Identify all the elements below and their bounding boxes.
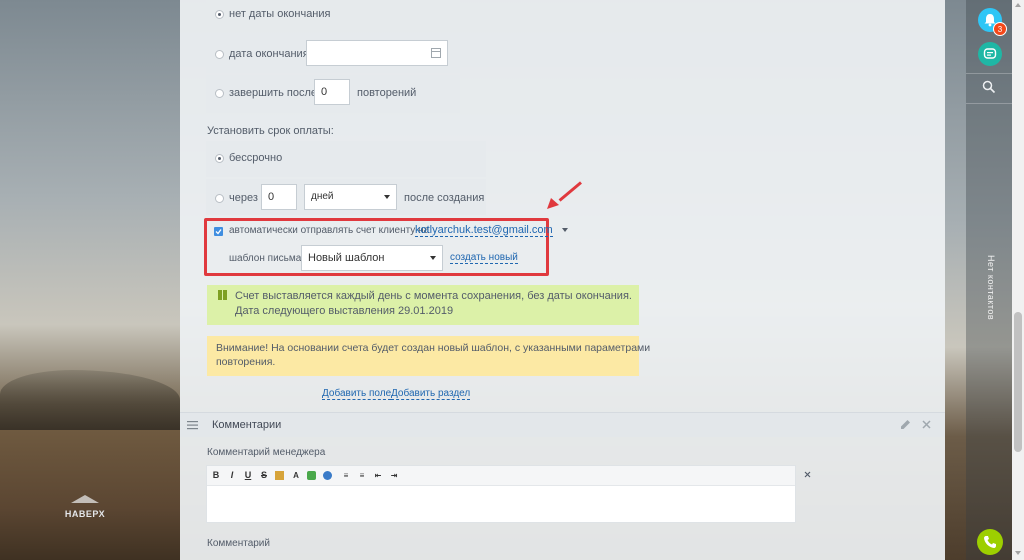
outdent-icon[interactable]: ⇤ xyxy=(373,470,383,481)
repeats-label: повторений xyxy=(357,87,417,99)
indent-icon[interactable]: ⇥ xyxy=(389,470,399,481)
italic-icon[interactable]: I xyxy=(227,470,237,481)
page-scrollbar[interactable] xyxy=(1012,0,1024,560)
end-date-radio[interactable] xyxy=(215,50,224,59)
after-creation-label: после создания xyxy=(404,192,485,204)
book-icon xyxy=(218,290,227,300)
days-input[interactable]: 0 xyxy=(261,184,297,210)
finish-after-label: завершить после xyxy=(229,87,318,99)
end-date-label: дата окончания xyxy=(229,48,309,60)
manager-comment-editor[interactable]: B I U S A ≡ ≡ ⇤ ⇥ xyxy=(206,465,796,523)
info-line-1: Счет выставляется каждый день с момента … xyxy=(235,290,632,302)
phone-icon xyxy=(984,536,996,548)
scroll-down-icon[interactable] xyxy=(1015,551,1021,555)
scroll-up-icon[interactable] xyxy=(1015,3,1021,7)
drag-handle-icon[interactable] xyxy=(187,420,199,430)
call-button[interactable] xyxy=(977,529,1003,555)
to-top-label: НАВЕРХ xyxy=(64,509,106,519)
no-end-date-radio[interactable] xyxy=(215,10,224,19)
smile-icon[interactable] xyxy=(307,471,316,480)
remove-format-icon[interactable] xyxy=(275,471,284,480)
repeat-count-input[interactable]: 0 xyxy=(314,79,350,105)
manager-comment-label: Комментарий менеджера xyxy=(207,447,326,458)
add-field-link[interactable]: Добавить поле xyxy=(322,388,392,400)
link-icon[interactable] xyxy=(323,471,332,480)
warning-line-1: Внимание! На основании счета будет созда… xyxy=(216,342,651,354)
add-section-link[interactable]: Добавить раздел xyxy=(391,388,471,400)
calendar-icon[interactable] xyxy=(431,48,441,58)
comment-label: Комментарий xyxy=(207,538,270,549)
add-field-text: Добавить поле xyxy=(322,388,392,400)
comments-section-title: Комментарии xyxy=(212,419,282,431)
finish-after-radio[interactable] xyxy=(215,89,224,98)
no-contacts-label: Нет контактов xyxy=(986,255,996,321)
search-icon[interactable] xyxy=(982,80,996,94)
through-label: через xyxy=(229,192,258,204)
notification-badge: 3 xyxy=(993,22,1007,36)
add-section-text: Добавить раздел xyxy=(391,388,471,400)
unit-select[interactable]: дней xyxy=(304,184,397,210)
bold-icon[interactable]: B xyxy=(211,470,221,481)
toolbar-divider xyxy=(966,103,1012,104)
to-top-button[interactable]: НАВЕРХ xyxy=(55,495,115,519)
email-dropdown-icon[interactable] xyxy=(561,228,568,233)
end-date-input[interactable] xyxy=(306,40,448,66)
close-icon[interactable] xyxy=(804,471,811,478)
through-radio[interactable] xyxy=(215,194,224,203)
check-icon xyxy=(215,229,222,235)
email-link-text: kotlyarchuk.test@gmail.com xyxy=(415,224,553,237)
background-left xyxy=(0,0,180,560)
underline-icon[interactable]: U xyxy=(243,470,253,481)
auto-send-label: автоматически отправлять счет клиенту на xyxy=(229,225,430,236)
background-trees xyxy=(0,370,180,430)
email-link[interactable]: kotlyarchuk.test@gmail.com xyxy=(415,224,568,237)
strikethrough-icon[interactable]: S xyxy=(259,470,269,481)
warning-line-2: повторения. xyxy=(216,356,276,368)
up-arrow-icon xyxy=(71,495,99,503)
template-label: шаблон письма: xyxy=(229,253,305,264)
messenger-button[interactable] xyxy=(978,42,1002,66)
auto-send-checkbox[interactable] xyxy=(214,227,223,236)
create-new-template-link[interactable]: создать новый xyxy=(450,252,518,264)
unit-select-value: дней xyxy=(311,191,334,202)
editor-toolbar: B I U S A ≡ ≡ ⇤ ⇥ xyxy=(207,466,795,486)
scrollbar-thumb[interactable] xyxy=(1014,312,1022,452)
comments-section-header xyxy=(180,412,945,437)
template-select-value: Новый шаблон xyxy=(308,252,385,264)
close-icon[interactable] xyxy=(922,420,931,429)
indefinite-radio[interactable] xyxy=(215,154,224,163)
chat-icon xyxy=(983,48,997,59)
create-new-link-text: создать новый xyxy=(450,252,518,264)
numbered-list-icon[interactable]: ≡ xyxy=(341,470,351,481)
info-line-2: Дата следующего выставления 29.01.2019 xyxy=(235,305,454,317)
toolbar-divider xyxy=(966,73,1012,74)
indefinite-label: бессрочно xyxy=(229,152,283,164)
chevron-down-icon xyxy=(384,195,390,199)
chevron-down-icon xyxy=(430,256,436,260)
font-color-icon[interactable]: A xyxy=(291,470,301,481)
no-end-date-label: нет даты окончания xyxy=(229,8,331,20)
payment-term-heading: Установить срок оплаты: xyxy=(207,125,334,137)
template-select[interactable]: Новый шаблон xyxy=(301,245,443,271)
pencil-icon[interactable] xyxy=(900,419,911,430)
arrow-head-icon xyxy=(547,198,559,209)
bullet-list-icon[interactable]: ≡ xyxy=(357,470,367,481)
